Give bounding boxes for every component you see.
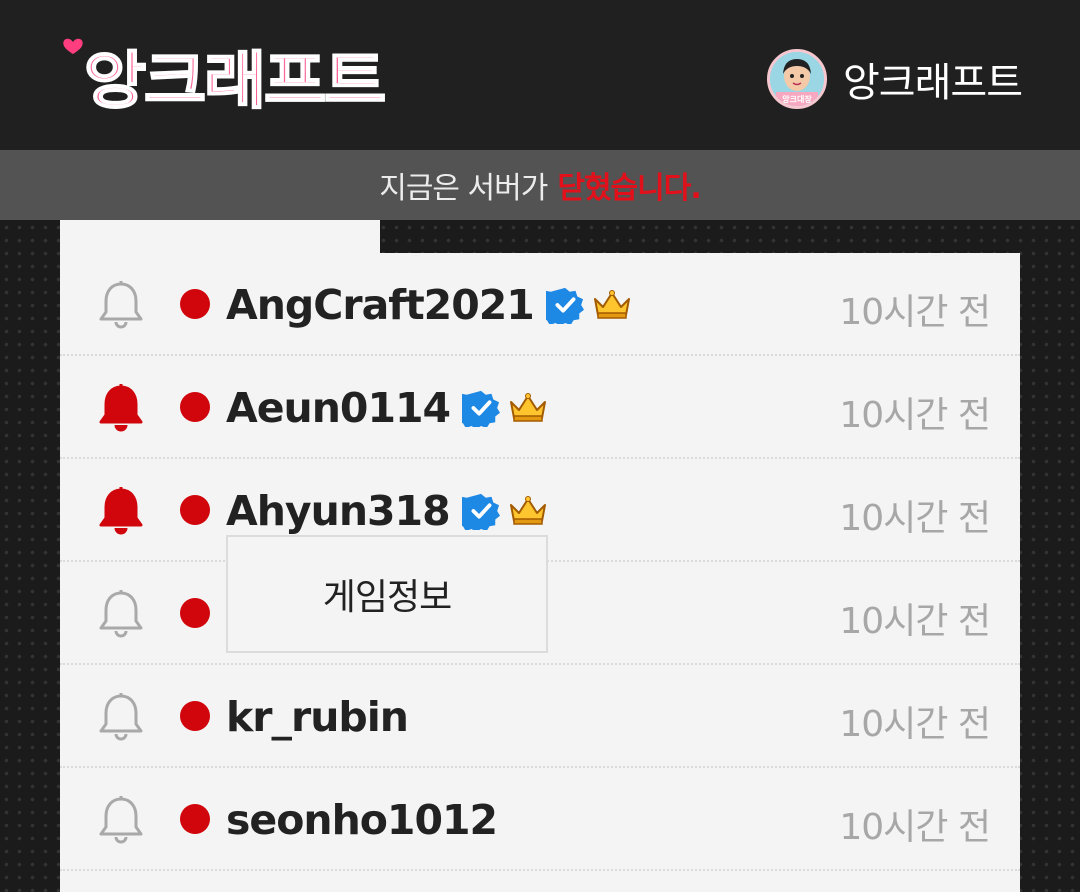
crown-icon: [593, 290, 630, 319]
logo-text: 앙크래프트: [84, 44, 384, 117]
profile-name[interactable]: 앙크래프트: [843, 50, 1023, 108]
player-name-wrap[interactable]: kr_rubin: [226, 693, 409, 741]
bell-filled-icon[interactable]: [96, 383, 146, 433]
bell-outline-icon[interactable]: [96, 280, 146, 330]
user-avatar[interactable]: 앙크대장: [767, 49, 827, 109]
player-name-wrap[interactable]: seonho1012: [226, 796, 498, 844]
crown-icon: [509, 496, 546, 525]
verified-badge-icon: [545, 287, 584, 324]
last-seen-time: 10시간 전: [839, 704, 991, 745]
player-name[interactable]: Aeun0114: [226, 384, 451, 432]
server-status-prefix: 지금은 서버가: [379, 171, 548, 206]
avatar-portrait-icon: 앙크대장: [770, 52, 824, 106]
game-info-label[interactable]: 게임정보: [323, 568, 452, 620]
bell-outline-icon[interactable]: [96, 692, 146, 742]
player-row[interactable]: kr_rubin 10시간 전: [60, 665, 1020, 768]
player-name[interactable]: AngCraft2021: [226, 281, 535, 329]
server-status-emphasis: 닫혔습니다.: [557, 171, 701, 206]
player-row[interactable]: AngCraft2021 10시간 전: [60, 253, 1020, 356]
player-row[interactable]: seonho1012 10시간 전: [60, 768, 1020, 871]
player-row[interactable]: Aeun0114 10시간 전: [60, 356, 1020, 459]
verified-badge-icon: [462, 390, 501, 427]
player-name[interactable]: seonho1012: [226, 796, 498, 844]
online-status-dot: [180, 495, 210, 525]
player-name[interactable]: Ahyun318: [226, 487, 451, 535]
last-seen-time: 10시간 전: [839, 498, 991, 539]
player-name[interactable]: kr_rubin: [226, 693, 409, 741]
last-seen-time: 10시간 전: [839, 807, 991, 848]
angcraft-logo[interactable]: 앙크래프트: [62, 30, 392, 120]
online-status-dot: [180, 289, 210, 319]
online-status-dot: [180, 804, 210, 834]
player-name-wrap[interactable]: AngCraft2021: [226, 281, 632, 329]
server-status-banner: 지금은 서버가 닫혔습니다.: [0, 150, 1080, 220]
bell-outline-icon[interactable]: [96, 795, 146, 845]
online-status-dot: [180, 701, 210, 731]
active-tab[interactable]: [60, 220, 380, 254]
app-header: 앙크래프트 앙크대장 앙크래프트: [0, 0, 1080, 150]
online-status-dot: [180, 392, 210, 422]
last-seen-time: 10시간 전: [839, 601, 991, 642]
user-profile[interactable]: 앙크대장 앙크래프트: [767, 44, 1023, 114]
crown-icon: [510, 393, 547, 422]
last-seen-time: 10시간 전: [839, 395, 991, 436]
last-seen-time: 10시간 전: [839, 292, 991, 333]
game-info-popup[interactable]: 게임정보: [226, 535, 548, 653]
online-status-dot: [180, 598, 210, 628]
bell-outline-icon[interactable]: [96, 589, 146, 639]
player-name-wrap[interactable]: Ahyun318: [226, 487, 548, 535]
verified-badge-icon: [461, 493, 500, 530]
player-name-wrap[interactable]: Aeun0114: [226, 384, 548, 432]
bell-filled-icon[interactable]: [96, 486, 146, 536]
avatar-caption: 앙크대장: [782, 94, 812, 104]
